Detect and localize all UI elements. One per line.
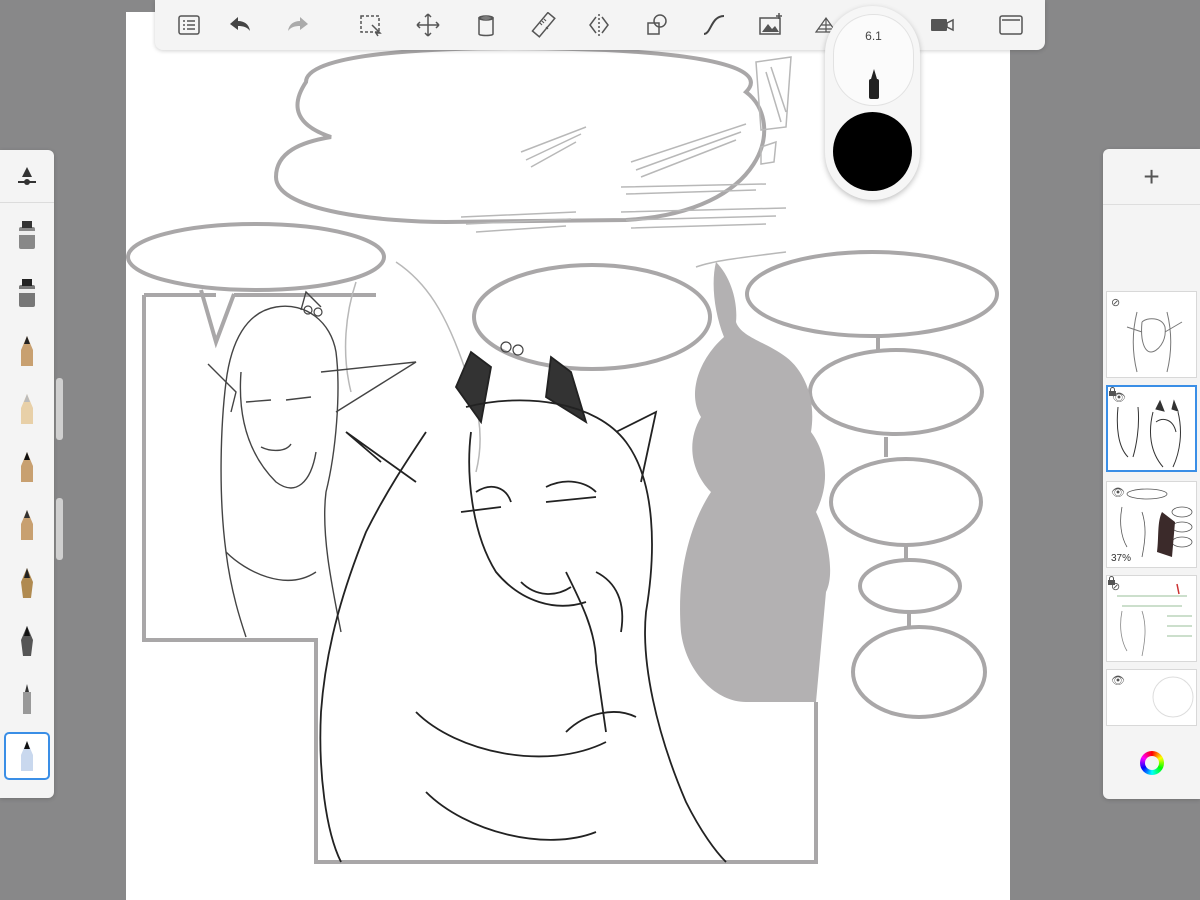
layer-thumbnail [1116,399,1181,468]
add-image-icon[interactable] [755,10,787,40]
fineliner-tool[interactable] [4,674,50,724]
light-pencil-icon [21,394,33,424]
pen-tip-icon [869,69,879,99]
selection-icon[interactable] [355,10,387,40]
marker-tool[interactable] [4,268,50,318]
add-layer-button[interactable]: + [1103,149,1200,205]
layer-sketch-portrait[interactable]: ⊘ [1106,291,1197,378]
soft-pencil-tool[interactable] [4,500,50,550]
brush-settings-icon [18,167,36,185]
speech-bubble-right-3 [829,457,983,547]
light-pencil-tool[interactable] [4,384,50,434]
hard-pencil-tool[interactable] [4,442,50,492]
ballpoint-tool[interactable] [4,732,50,780]
hard-pencil-icon [21,452,33,482]
fullscreen-icon[interactable] [995,10,1027,40]
brush-library-bar [0,150,54,798]
speech-bubble-right-4 [858,558,962,614]
layer-thumbnail [1126,311,1183,373]
layer-colored-sketch[interactable]: ⊘ [1106,575,1197,662]
fineliner-icon [23,684,31,714]
curve-icon[interactable] [698,10,730,40]
ballpoint-icon [21,741,33,771]
ruler-icon[interactable] [528,10,560,40]
speech-bubble-center [472,263,712,371]
brush-library-toggle[interactable] [0,150,54,203]
ink-pen-tool[interactable] [4,616,50,666]
shapes-icon[interactable] [641,10,673,40]
speech-bubble-large [273,46,767,225]
layer-composite[interactable]: 👁 37% [1106,481,1197,568]
brush-size-value: 6.1 [865,29,882,43]
redo-icon[interactable] [283,10,315,40]
brush-size-control[interactable]: 6.1 [833,14,914,106]
layer-background[interactable]: 👁 [1106,669,1197,726]
airbrush-marker-icon [19,221,35,249]
brush-size-slider-handle[interactable] [56,378,63,440]
marker-icon [19,279,35,307]
transform-icon[interactable] [412,10,444,40]
elf-sketch-main [319,350,727,863]
speech-bubble-right-1 [745,250,999,338]
layer-thumbnail [1117,583,1192,657]
speech-bubble-left [126,222,386,292]
color-wheel-icon[interactable] [1140,751,1164,775]
ink-pen-icon [21,626,33,656]
record-video-icon[interactable] [926,10,958,40]
layer-editor: + ⊘ 👁 👁 37% ⊘ 👁 [1103,149,1200,799]
soft-pencil-icon [21,510,33,540]
fill-bucket-icon[interactable] [470,10,502,40]
fountain-pen-icon [21,568,33,598]
character-silhouette [680,262,831,702]
airbrush-marker-tool[interactable] [4,210,50,260]
speech-bubble-right-5 [851,625,987,719]
pencil-icon [21,336,33,366]
lock-icon [1109,387,1116,396]
fountain-pen-tool[interactable] [4,558,50,608]
speech-bubble-right-2 [808,348,984,436]
background-color-swatch [1152,676,1194,718]
layer-opacity-label: 37% [1111,553,1132,564]
symmetry-icon[interactable] [583,10,615,40]
elf-sketch-left [207,290,417,638]
lock-icon [1108,576,1115,585]
undo-icon[interactable] [223,10,255,40]
current-color-swatch[interactable] [833,112,912,191]
pencil-tool[interactable] [4,326,50,376]
layer-lineart[interactable]: 👁 [1106,385,1197,472]
brush-properties-puck: 6.1 [825,6,920,200]
brush-opacity-slider-handle[interactable] [56,498,63,560]
menu-list-icon[interactable] [173,10,205,40]
